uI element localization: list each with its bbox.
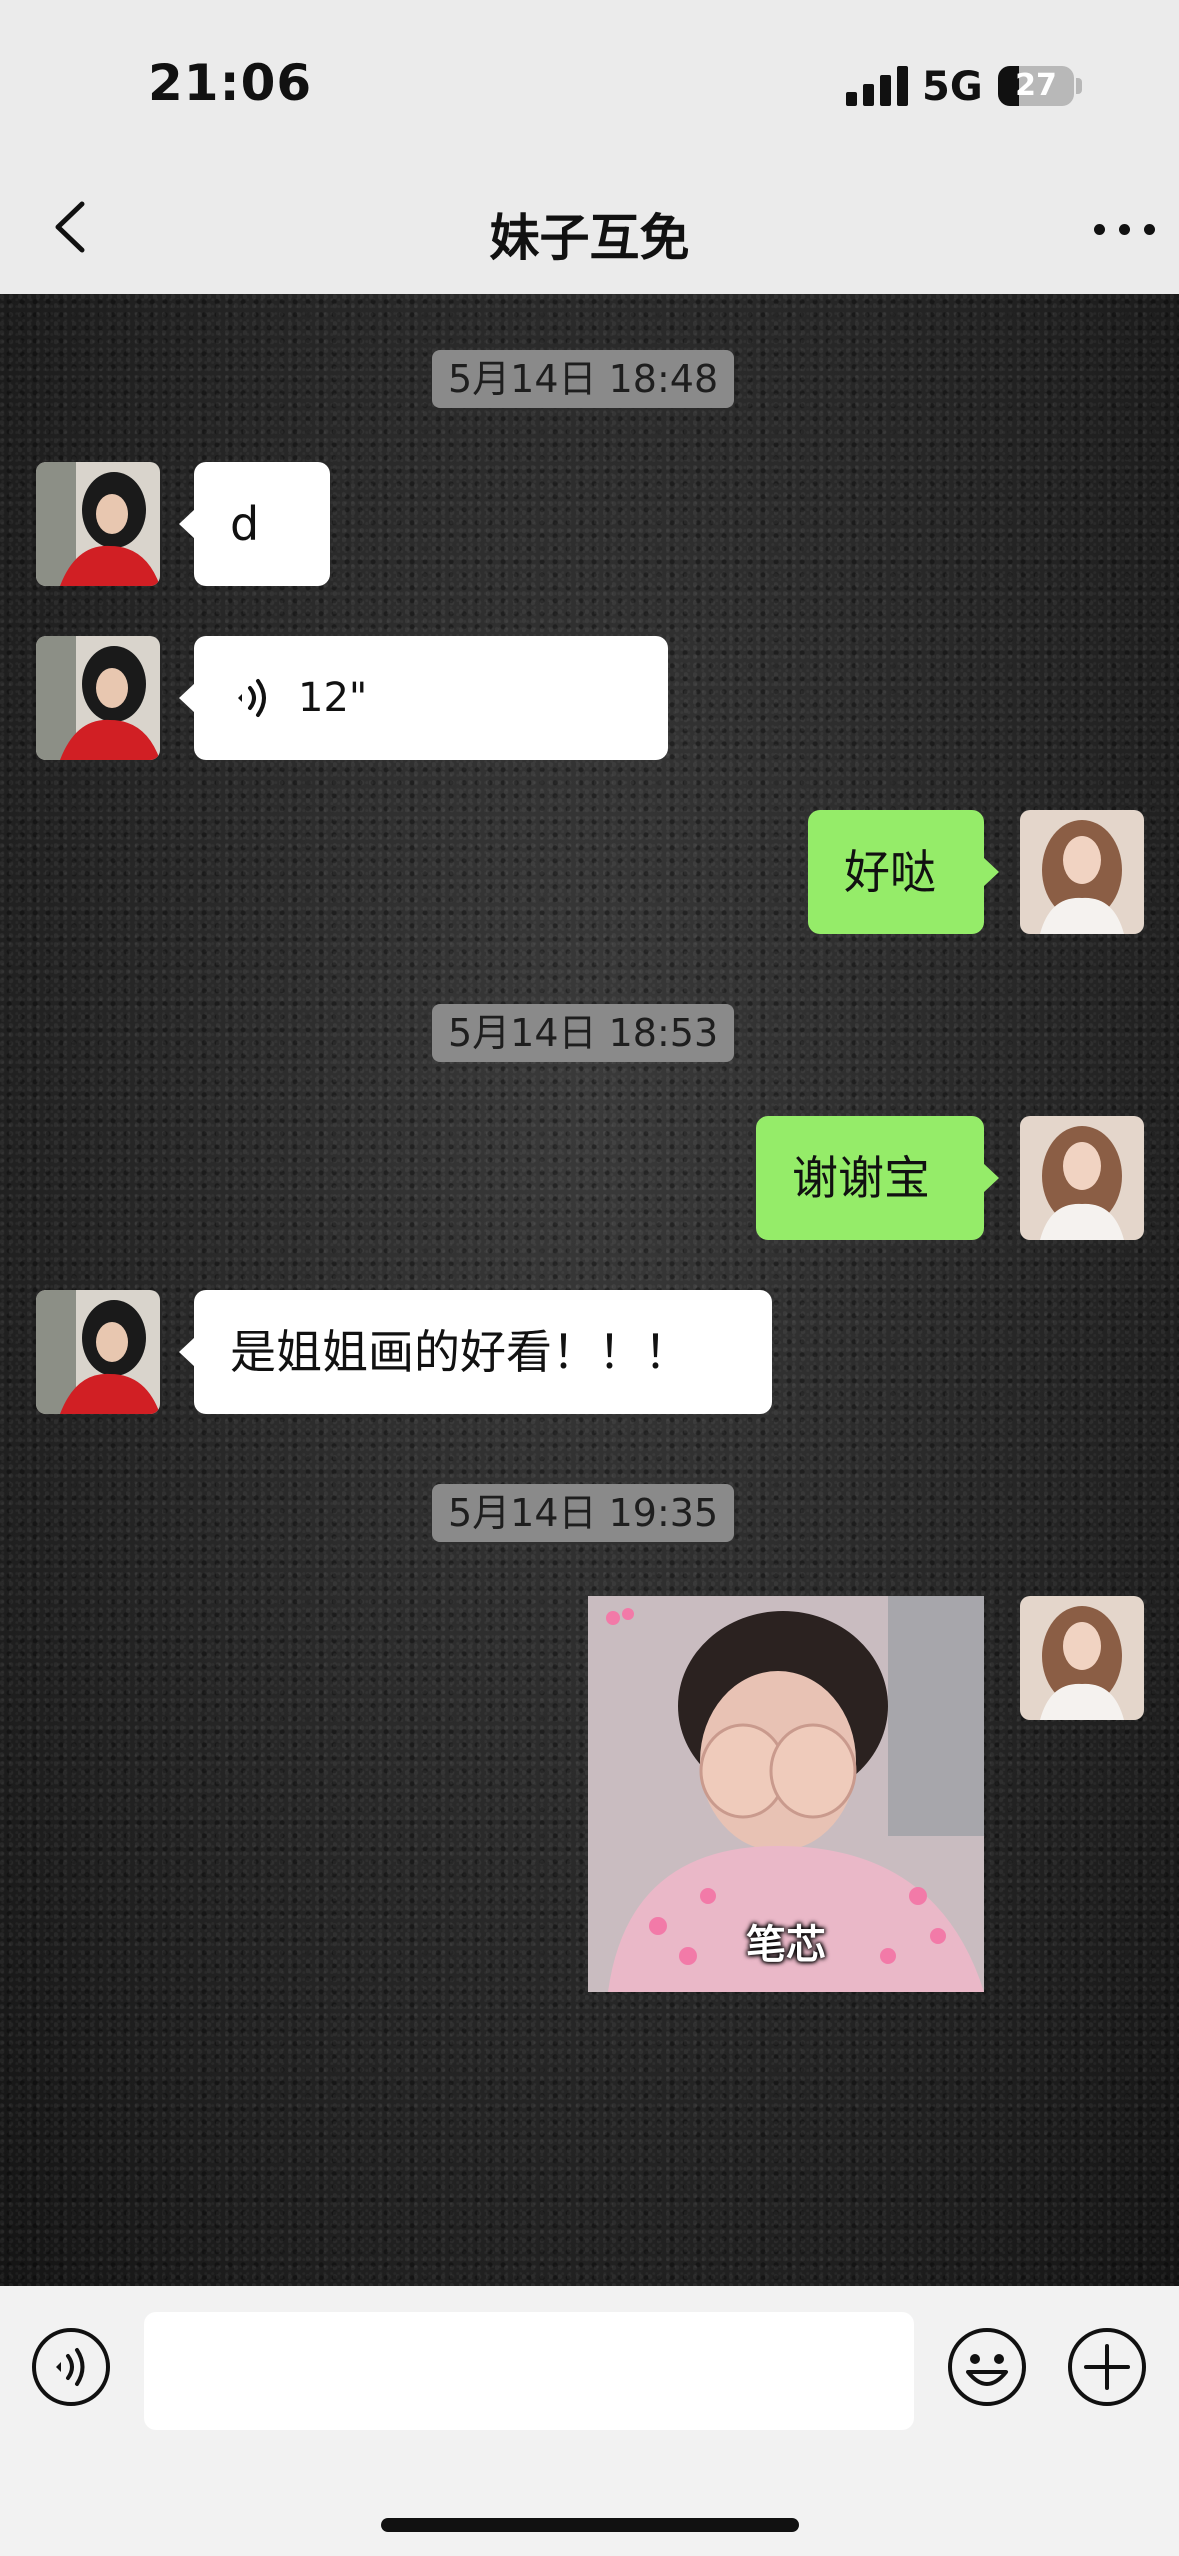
message-input[interactable] (144, 2312, 914, 2430)
status-bar: 21:06 5G 27 (0, 0, 1179, 170)
contact-avatar[interactable] (36, 462, 160, 586)
outgoing-message[interactable]: 谢谢宝 (756, 1116, 999, 1240)
battery-icon: 27 (998, 66, 1074, 106)
incoming-voice-message[interactable]: 12" (179, 636, 668, 760)
home-indicator[interactable] (381, 2518, 799, 2532)
voice-wave-icon (238, 679, 266, 717)
sticker-caption: 笔芯 (746, 1922, 826, 1968)
my-avatar[interactable] (1020, 1116, 1144, 1240)
battery-level: 27 (1015, 68, 1057, 103)
message-timestamp: 5月14日 18:53 (432, 1004, 735, 1062)
voice-input-button[interactable] (30, 2326, 112, 2408)
more-functions-button[interactable] (1066, 2326, 1148, 2408)
plus-icon (1068, 2328, 1146, 2406)
chat-message-list[interactable]: 5月14日 18:48 d 12" 好哒 5月14日 18:53 谢谢宝 是姐姐… (0, 294, 1179, 2286)
cellular-signal-icon (846, 66, 910, 106)
voice-icon (32, 2328, 110, 2406)
voice-duration: 12" (298, 675, 368, 721)
contact-avatar[interactable] (36, 1290, 160, 1414)
my-avatar[interactable] (1020, 1596, 1144, 1720)
outgoing-message[interactable]: 好哒 (808, 810, 999, 934)
message-timestamp: 5月14日 18:48 (432, 350, 735, 408)
sticker-message[interactable]: 笔芯 (588, 1596, 984, 1992)
message-timestamp: 5月14日 19:35 (432, 1484, 735, 1542)
input-bar (0, 2286, 1179, 2556)
emoji-button[interactable] (946, 2326, 1028, 2408)
my-avatar[interactable] (1020, 810, 1144, 934)
message-text: d (230, 497, 260, 551)
message-text: 好哒 (844, 845, 936, 899)
message-text: 谢谢宝 (792, 1151, 930, 1205)
emoji-icon (948, 2328, 1026, 2406)
message-text: 是姐姐画的好看！！！ (230, 1325, 690, 1379)
chat-title: 妹子互免 (489, 209, 690, 267)
status-time: 21:06 (148, 54, 313, 112)
incoming-message[interactable]: 是姐姐画的好看！！！ (179, 1290, 772, 1414)
incoming-message[interactable]: d (179, 462, 330, 586)
chat-header: 妹子互免 (0, 170, 1179, 294)
contact-avatar[interactable] (36, 636, 160, 760)
network-type: 5G (922, 64, 983, 110)
more-button[interactable] (1090, 192, 1160, 262)
